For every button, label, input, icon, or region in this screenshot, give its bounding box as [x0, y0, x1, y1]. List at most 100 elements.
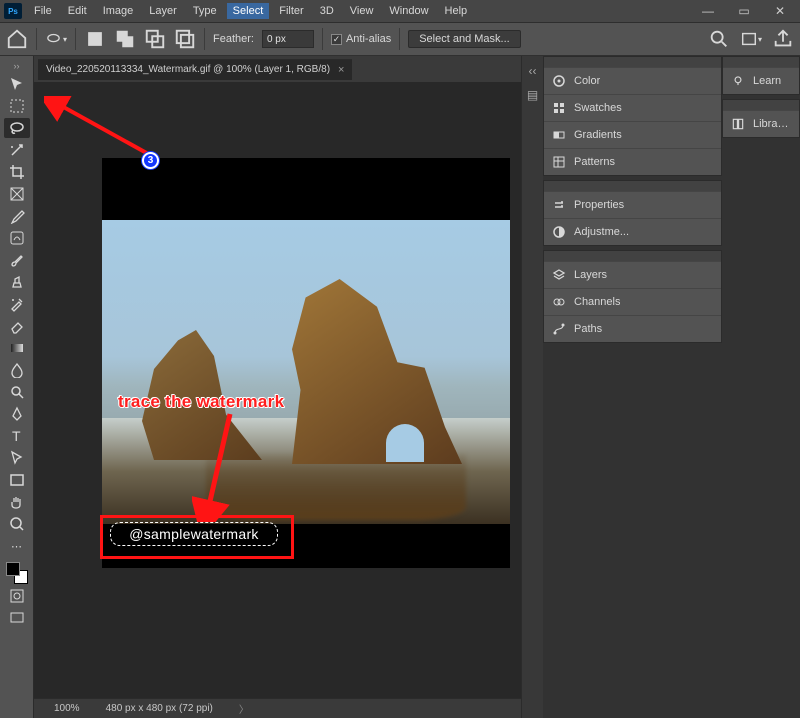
- panel-properties[interactable]: Properties: [544, 191, 721, 218]
- lasso-selection: @samplewatermark: [110, 522, 278, 546]
- lasso-mode-icon[interactable]: ▾: [45, 28, 67, 50]
- search-icon[interactable]: [708, 28, 730, 50]
- close-tab-icon[interactable]: ×: [338, 64, 344, 76]
- histogram-icon[interactable]: ▤: [527, 88, 538, 102]
- panel-adjustme[interactable]: Adjustme...: [544, 218, 721, 245]
- chevron-right-icon[interactable]: 〉: [239, 701, 249, 716]
- magic-wand-tool[interactable]: [4, 140, 30, 160]
- share-icon[interactable]: [772, 28, 794, 50]
- pen-tool[interactable]: [4, 404, 30, 424]
- zoom-level[interactable]: 100%: [54, 703, 80, 714]
- gradient-tool[interactable]: [4, 338, 30, 358]
- crop-tool[interactable]: [4, 162, 30, 182]
- screen-mode-button[interactable]: [4, 608, 30, 628]
- menu-window[interactable]: Window: [383, 3, 434, 19]
- panel-gradients[interactable]: Gradients: [544, 121, 721, 148]
- move-tool[interactable]: [4, 74, 30, 94]
- lasso-tool[interactable]: [4, 118, 30, 138]
- options-bar: ▾ Feather: 0 px ✓ Anti-alias Select and …: [0, 22, 800, 56]
- watermark-text: @samplewatermark: [129, 526, 259, 542]
- panel-color[interactable]: Color: [544, 67, 721, 94]
- menu-edit[interactable]: Edit: [62, 3, 93, 19]
- photo-content: [102, 220, 510, 524]
- selection-intersect-icon[interactable]: [174, 28, 196, 50]
- eraser-tool[interactable]: [4, 316, 30, 336]
- history-brush-tool[interactable]: [4, 294, 30, 314]
- frame-tool[interactable]: [4, 184, 30, 204]
- separator: [399, 28, 400, 50]
- canvas-viewport[interactable]: trace the watermark @samplewatermark 3: [34, 82, 521, 698]
- selection-subtract-icon[interactable]: [144, 28, 166, 50]
- menu-3d[interactable]: 3D: [314, 3, 340, 19]
- dodge-tool[interactable]: [4, 382, 30, 402]
- canvas: [102, 158, 510, 568]
- panel-layers[interactable]: Layers: [544, 261, 721, 288]
- panel-swatches[interactable]: Swatches: [544, 94, 721, 121]
- clone-stamp-tool[interactable]: [4, 272, 30, 292]
- document-dimensions: 480 px x 480 px (72 ppi): [106, 703, 213, 714]
- select-and-mask-button[interactable]: Select and Mask...: [408, 30, 521, 48]
- menu-select[interactable]: Select: [227, 3, 270, 19]
- quick-mask-button[interactable]: [4, 586, 30, 606]
- home-icon[interactable]: [6, 28, 28, 50]
- collapsed-dock: ‹‹ ▤: [521, 56, 543, 718]
- zoom-tool[interactable]: [4, 514, 30, 534]
- panel-group-3: LayersChannelsPaths: [543, 250, 722, 343]
- toolbox: ››T⋯: [0, 56, 34, 718]
- document-tab-bar: Video_220520113334_Watermark.gif @ 100% …: [34, 56, 521, 82]
- close-button[interactable]: ✕: [768, 4, 792, 18]
- feather-input[interactable]: 0 px: [262, 30, 314, 48]
- panel-channels[interactable]: Channels: [544, 288, 721, 315]
- brush-tool[interactable]: [4, 250, 30, 270]
- menu-layer[interactable]: Layer: [143, 3, 183, 19]
- app-logo: Ps: [4, 3, 22, 19]
- edit-toolbar-button[interactable]: ⋯: [4, 536, 30, 556]
- hand-tool[interactable]: [4, 492, 30, 512]
- panel-stack: ColorSwatchesGradientsPatterns Propertie…: [543, 56, 722, 718]
- chevron-left-icon[interactable]: ‹‹: [529, 64, 537, 78]
- document-area: Video_220520113334_Watermark.gif @ 100% …: [34, 56, 521, 718]
- instruction-annotation: trace the watermark: [118, 392, 284, 412]
- panel-group-1: ColorSwatchesGradientsPatterns: [543, 56, 722, 176]
- svg-text:T: T: [12, 428, 21, 444]
- feather-label: Feather:: [213, 33, 254, 45]
- type-tool[interactable]: T: [4, 426, 30, 446]
- menu-image[interactable]: Image: [97, 3, 140, 19]
- healing-brush-tool[interactable]: [4, 228, 30, 248]
- antialias-checkbox[interactable]: ✓ Anti-alias: [331, 33, 391, 45]
- fg-bg-colors[interactable]: [6, 562, 28, 584]
- menu-filter[interactable]: Filter: [273, 3, 309, 19]
- menu-view[interactable]: View: [344, 3, 380, 19]
- eyedropper-tool[interactable]: [4, 206, 30, 226]
- right-dock: ‹‹ ▤ ColorSwatchesGradientsPatterns Prop…: [521, 56, 722, 718]
- maximize-button[interactable]: ▭: [732, 4, 756, 18]
- blur-tool[interactable]: [4, 360, 30, 380]
- learn-panel-button[interactable]: Learn: [722, 56, 800, 95]
- rectangle-tool[interactable]: [4, 470, 30, 490]
- menu-file[interactable]: File: [28, 3, 58, 19]
- right-dock-2: Learn Librari...: [722, 56, 800, 718]
- workspace-icon[interactable]: ▾: [740, 28, 762, 50]
- separator: [36, 28, 37, 50]
- marquee-tool[interactable]: [4, 96, 30, 116]
- separator: [204, 28, 205, 50]
- menu-help[interactable]: Help: [439, 3, 474, 19]
- panel-patterns[interactable]: Patterns: [544, 148, 721, 175]
- menu-type[interactable]: Type: [187, 3, 223, 19]
- path-selection-tool[interactable]: [4, 448, 30, 468]
- step-badge: 3: [142, 152, 159, 169]
- selection-add-icon[interactable]: [114, 28, 136, 50]
- menu-bar: FileEditImageLayerTypeSelectFilter 3DView…: [28, 3, 696, 19]
- main-area: ››T⋯ Video_220520113334_Watermark.gif @ …: [0, 56, 800, 718]
- panel-group-2: PropertiesAdjustme...: [543, 180, 722, 246]
- selection-new-icon[interactable]: [84, 28, 106, 50]
- libraries-panel-button[interactable]: Librari...: [722, 99, 800, 138]
- separator: [75, 28, 76, 50]
- status-bar: 100% 480 px x 480 px (72 ppi) 〉: [34, 698, 521, 718]
- panel-paths[interactable]: Paths: [544, 315, 721, 342]
- separator: [322, 28, 323, 50]
- document-tab[interactable]: Video_220520113334_Watermark.gif @ 100% …: [38, 59, 352, 80]
- checkmark-icon: ✓: [331, 34, 342, 45]
- minimize-button[interactable]: —: [696, 4, 720, 18]
- title-bar: Ps FileEditImageLayerTypeSelectFilter 3DV…: [0, 0, 800, 22]
